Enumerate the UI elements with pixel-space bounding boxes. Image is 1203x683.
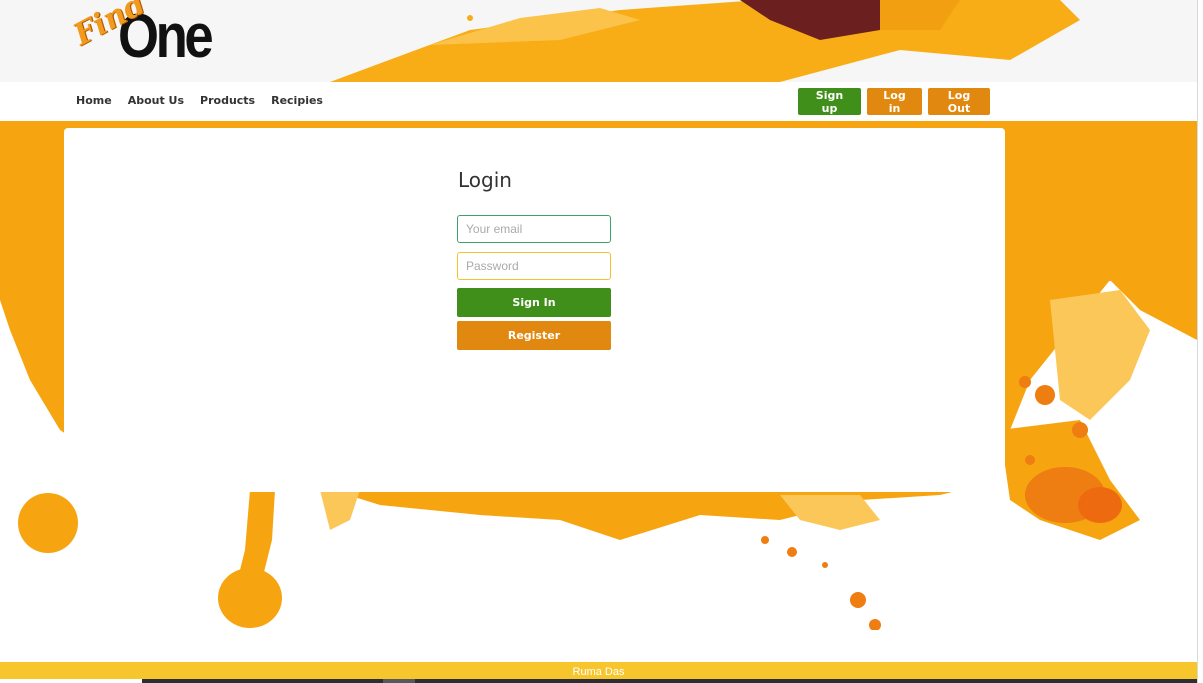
- footer-credit: Ruma Das: [572, 666, 625, 678]
- login-title: Login: [458, 168, 512, 192]
- password-field[interactable]: [457, 252, 611, 280]
- sign-in-button[interactable]: Sign In: [457, 288, 611, 317]
- login-form: Login Sign In Register: [457, 168, 611, 350]
- nav-link-home[interactable]: Home: [76, 94, 112, 107]
- navbar: Home About Us Products Recipies Sign up …: [0, 82, 1197, 121]
- horizontal-scrollbar[interactable]: [142, 679, 1203, 683]
- scrollbar-thumb[interactable]: [383, 679, 415, 683]
- vertical-scrollbar[interactable]: [1197, 0, 1203, 683]
- email-field[interactable]: [457, 215, 611, 243]
- signup-button[interactable]: Sign up: [798, 88, 861, 115]
- register-button[interactable]: Register: [457, 321, 611, 350]
- page: One Find Home About Us Products Recipies…: [0, 0, 1203, 683]
- nav-auth-buttons: Sign up Log in Log Out: [798, 88, 990, 115]
- logout-button[interactable]: Log Out: [928, 88, 990, 115]
- login-card: Login Sign In Register: [64, 128, 1005, 492]
- nav-links: Home About Us Products Recipies: [76, 94, 323, 107]
- footer: Ruma Das: [0, 662, 1197, 679]
- nav-link-products[interactable]: Products: [200, 94, 255, 107]
- nav-link-recipies[interactable]: Recipies: [271, 94, 323, 107]
- nav-link-about-us[interactable]: About Us: [128, 94, 184, 107]
- login-button[interactable]: Log in: [867, 88, 922, 115]
- site-logo[interactable]: One Find: [66, 0, 226, 82]
